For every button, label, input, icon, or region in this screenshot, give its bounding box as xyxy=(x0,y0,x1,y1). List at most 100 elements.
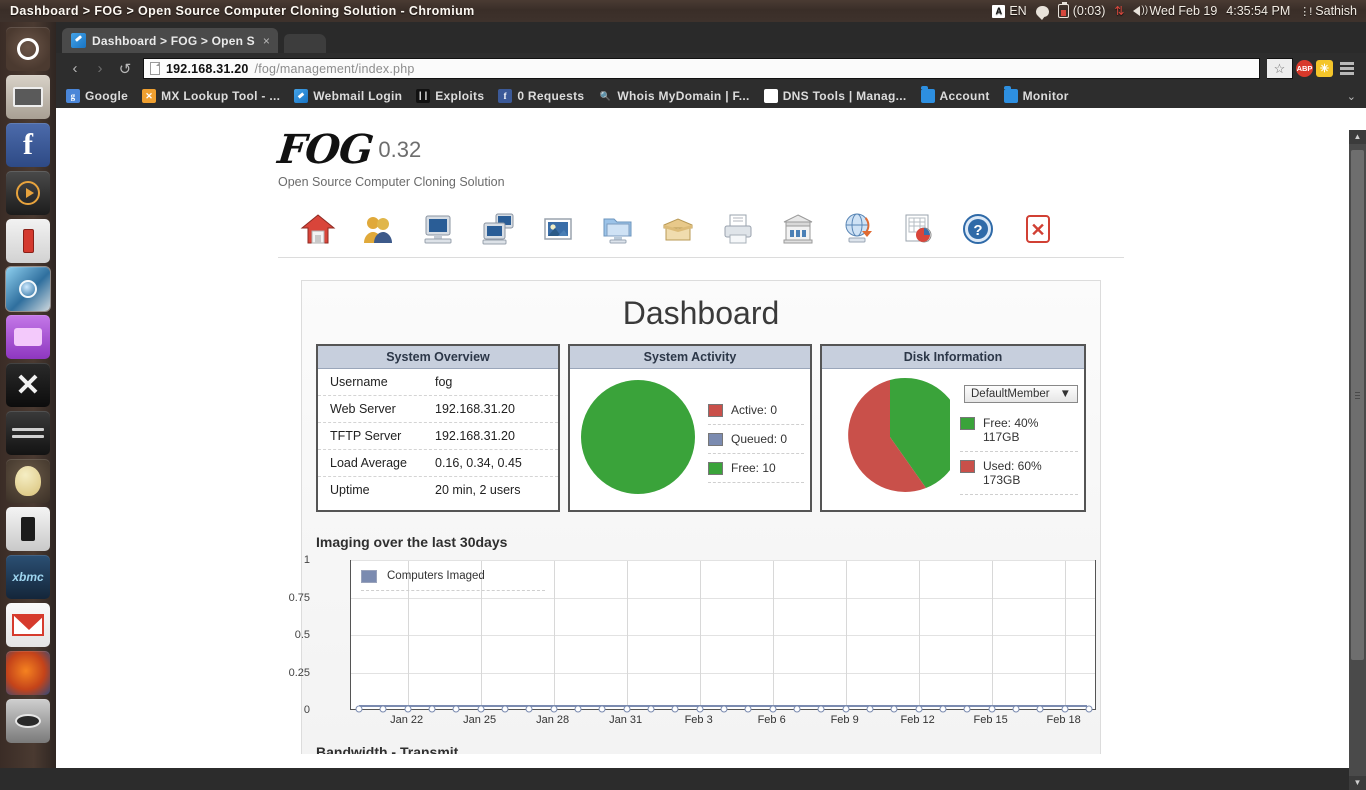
window-title: Dashboard > FOG > Open Source Computer C… xyxy=(10,4,475,18)
unity-top-panel: Dashboard > FOG > Open Source Computer C… xyxy=(0,0,1366,22)
service-icon[interactable] xyxy=(780,211,816,247)
page-scrollbar[interactable]: ▲ ▼ xyxy=(1349,130,1366,790)
bookmark-google[interactable]: g Google xyxy=(66,89,128,103)
group-icon[interactable] xyxy=(480,211,516,247)
keyboard-indicator[interactable]: A EN xyxy=(992,4,1027,18)
x-axis-tick: Feb 12 xyxy=(900,714,935,726)
launcher-item-media-player[interactable] xyxy=(6,171,50,215)
bookmark-mx-lookup[interactable]: ✕ MX Lookup Tool - ... xyxy=(142,89,280,103)
legend-item: Used: 60% 173GB xyxy=(960,452,1079,495)
launcher-item-switch[interactable] xyxy=(6,507,50,551)
page-info-icon[interactable] xyxy=(150,62,160,75)
bookmark-exploits[interactable]: || Exploits xyxy=(416,89,484,103)
scroll-up-icon[interactable]: ▲ xyxy=(1349,130,1366,144)
launcher-item-terminal[interactable] xyxy=(6,411,50,455)
messaging-indicator[interactable] xyxy=(1035,5,1049,20)
launcher-item-gmail[interactable] xyxy=(6,603,50,647)
tray-date: Wed Feb 19 xyxy=(1149,4,1218,18)
unity-launcher: f ✕ xbmc xyxy=(0,22,56,768)
bandwidth-title: Bandwidth - Transmit xyxy=(316,744,459,754)
bookmark-folder-account[interactable]: Account xyxy=(920,86,990,103)
launcher-item-ubuntu-dash[interactable] xyxy=(6,27,50,71)
grid-line xyxy=(351,597,1095,599)
page-viewport: FOG 0.32 Open Source Computer Cloning Sol… xyxy=(56,108,1366,754)
x-axis-tick: Jan 31 xyxy=(609,714,643,726)
pxe-globe-icon[interactable] xyxy=(840,211,876,247)
launcher-item-egg[interactable] xyxy=(6,459,50,503)
x-axis-tick: Jan 28 xyxy=(536,714,570,726)
browser-toolbar: ‹ › ↺ 192.168.31.20/fog/management/index… xyxy=(56,53,1366,84)
scroll-down-icon[interactable]: ▼ xyxy=(1349,776,1366,790)
printer-icon[interactable] xyxy=(720,211,756,247)
new-tab-button[interactable] xyxy=(283,34,326,53)
host-icon[interactable] xyxy=(420,211,456,247)
sound-indicator[interactable] xyxy=(1133,5,1148,16)
dashboard-panel: Dashboard System Overview Username fog W… xyxy=(289,280,1101,754)
tray-time-wrap[interactable]: 4:35:54 PM xyxy=(1226,4,1290,18)
table-row: Username fog xyxy=(318,369,558,396)
storage-icon[interactable] xyxy=(600,211,636,247)
bookmark-whois-mydomain[interactable]: 🔍 Whois MyDomain | F... xyxy=(598,89,750,103)
logout-icon[interactable]: ✕ xyxy=(1020,211,1056,247)
reload-button[interactable]: ↺ xyxy=(114,60,136,78)
launcher-item-disc[interactable] xyxy=(6,699,50,743)
battery-indicator[interactable]: (0:03) xyxy=(1057,1,1105,18)
session-indicator[interactable]: ⋮! Sathish xyxy=(1299,4,1357,18)
bookmark-folder-monitor[interactable]: Monitor xyxy=(1003,86,1069,103)
extension-yellow-icon[interactable]: ✳ xyxy=(1316,60,1333,77)
launcher-item-facebook[interactable]: f xyxy=(6,123,50,167)
row-value: 192.168.31.20 xyxy=(435,402,515,416)
bookmark-requests[interactable]: f 0 Requests xyxy=(498,89,584,103)
tab-favicon-icon xyxy=(71,33,86,48)
terminal-line-icon xyxy=(12,428,44,431)
launcher-item-files[interactable] xyxy=(6,75,50,119)
folder-icon xyxy=(1003,86,1018,103)
address-bar[interactable]: 192.168.31.20/fog/management/index.php xyxy=(143,58,1260,79)
bookmark-star-icon[interactable]: ☆ xyxy=(1267,58,1293,79)
table-row: TFTP Server 192.168.31.20 xyxy=(318,423,558,450)
folder-icon xyxy=(920,86,935,103)
launcher-item-chat[interactable] xyxy=(6,315,50,359)
browser-menu-button[interactable] xyxy=(1336,62,1358,75)
image-icon[interactable] xyxy=(540,211,576,247)
browser-tab[interactable]: Dashboard > FOG > Open S × xyxy=(62,28,278,53)
disk-information-legend: DefaultMember ▼ Free: 40% 117GB Used: 60… xyxy=(950,377,1079,502)
bookmark-dns-tools[interactable]: 1 DNS Tools | Manag... xyxy=(763,89,907,103)
ubuntu-logo-icon xyxy=(17,38,39,60)
close-icon[interactable]: × xyxy=(261,34,270,48)
scrollbar-thumb[interactable] xyxy=(1351,150,1364,660)
launcher-item-firefox[interactable] xyxy=(6,651,50,695)
chart-plot-area: Computers Imaged xyxy=(350,560,1096,713)
storage-member-dropdown[interactable]: DefaultMember ▼ xyxy=(964,384,1079,403)
launcher-item-chromium[interactable] xyxy=(5,266,51,312)
bookmark-webmail-login[interactable]: Webmail Login xyxy=(294,89,402,103)
forward-button[interactable]: › xyxy=(89,60,111,77)
clock-indicator[interactable]: Wed Feb 19 xyxy=(1149,4,1217,18)
x-icon: ✕ xyxy=(15,368,41,402)
grid-line xyxy=(699,561,701,709)
panel-title: Disk Information xyxy=(822,346,1085,369)
home-icon[interactable] xyxy=(300,211,336,247)
fog-header: FOG 0.32 Open Source Computer Cloning Sol… xyxy=(56,108,1346,189)
network-indicator[interactable]: ⇅ xyxy=(1114,5,1124,17)
report-icon[interactable] xyxy=(900,211,936,247)
users-icon[interactable] xyxy=(360,211,396,247)
files-icon xyxy=(13,87,43,107)
back-button[interactable]: ‹ xyxy=(64,60,86,77)
tray-time: 4:35:54 PM xyxy=(1226,4,1291,18)
chromium-window: Dashboard > FOG > Open S × ‹ › ↺ 192.168… xyxy=(56,22,1366,790)
row-value: 20 min, 2 users xyxy=(435,483,521,497)
snapin-icon[interactable] xyxy=(660,211,696,247)
panel-title: System Activity xyxy=(570,346,810,369)
adblock-plus-icon[interactable]: ABP xyxy=(1296,60,1313,77)
launcher-item-power-switch[interactable] xyxy=(6,219,50,263)
x-axis-tick: Feb 15 xyxy=(973,714,1008,726)
chevron-down-icon[interactable]: ⌄ xyxy=(1347,90,1356,103)
launcher-item-xbmc[interactable]: xbmc xyxy=(6,555,50,599)
legend-text: Used: 60% 173GB xyxy=(983,459,1042,487)
x-axis-tick: Feb 18 xyxy=(1046,714,1081,726)
tab-strip: Dashboard > FOG > Open S × xyxy=(56,26,1366,53)
bookmark-label: Account xyxy=(939,89,990,103)
help-icon[interactable]: ? xyxy=(960,211,996,247)
launcher-item-x-app[interactable]: ✕ xyxy=(6,363,50,407)
